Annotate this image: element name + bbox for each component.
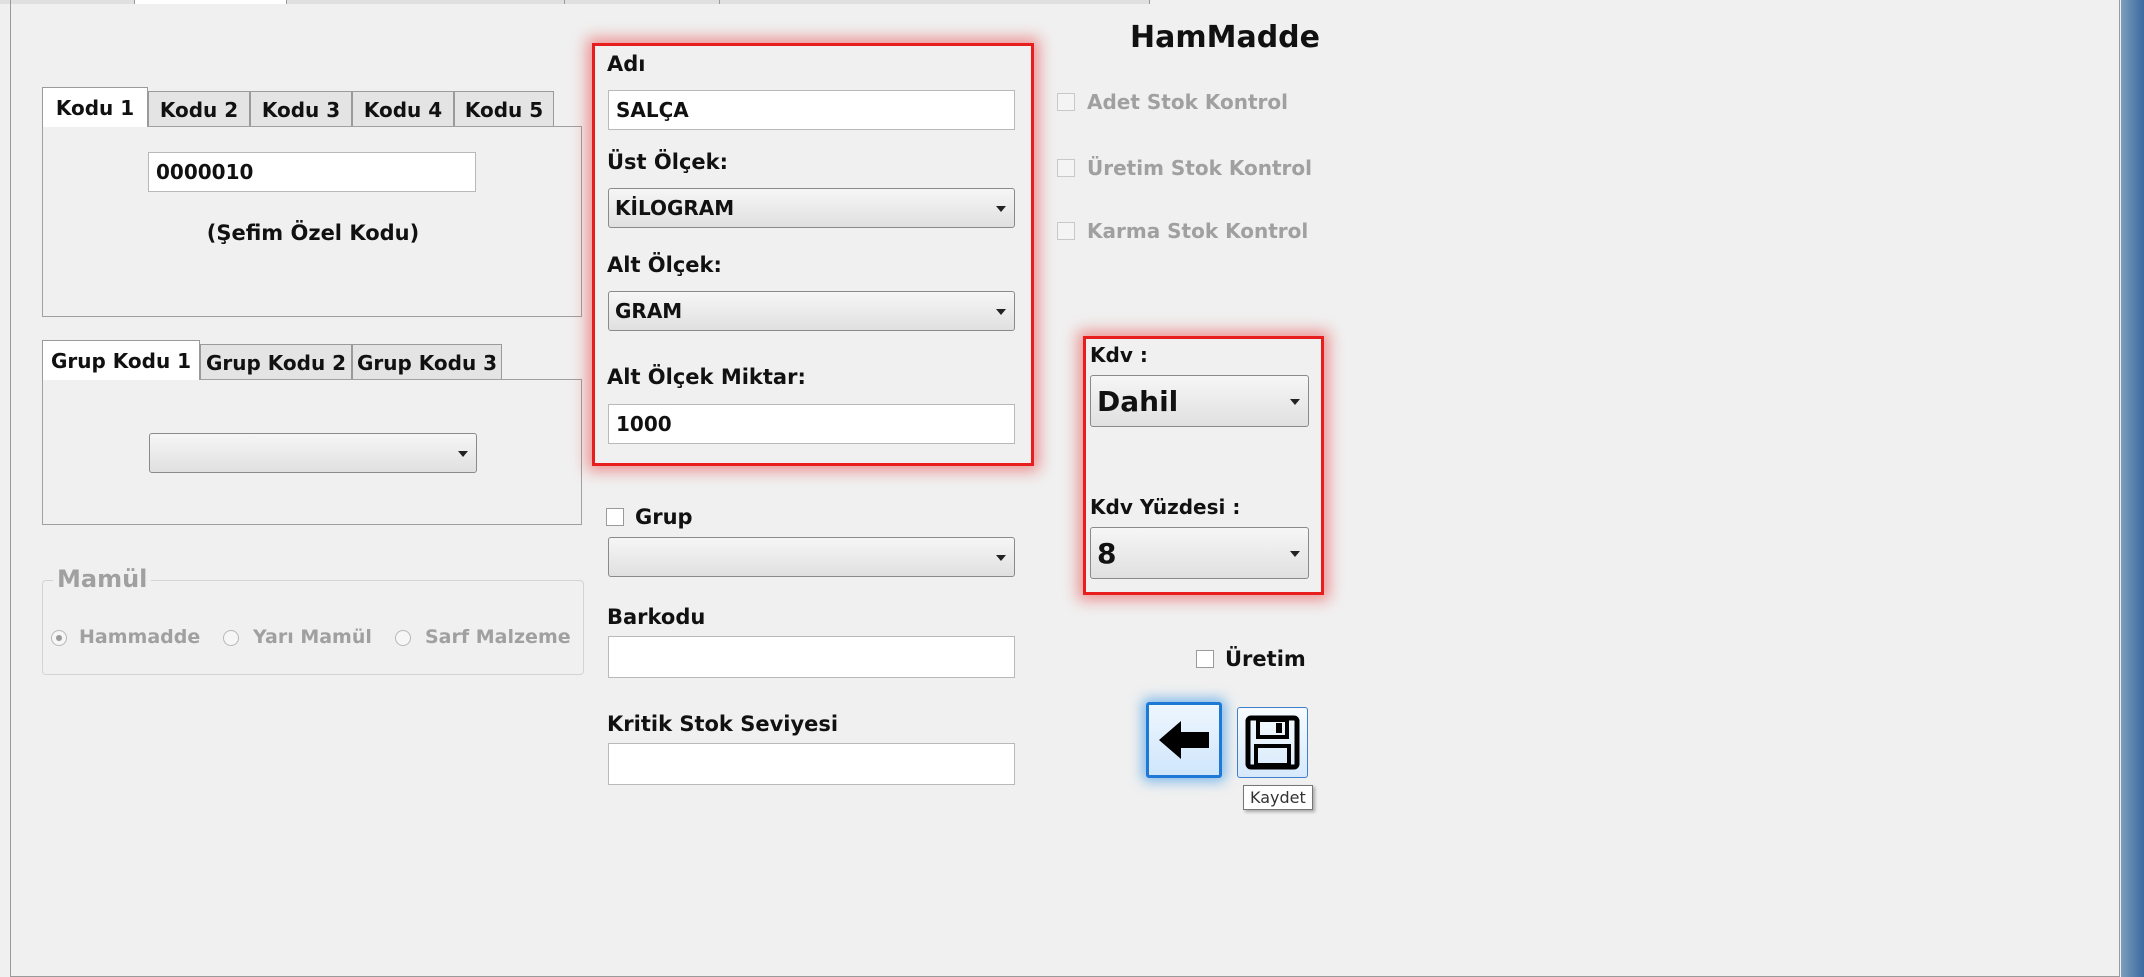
code-tabs: Kodu 1 Kodu 2 Kodu 3 Kodu 4 Kodu 5 00000… — [42, 87, 582, 317]
tab-grup-kodu-3[interactable]: Grup Kodu 3 — [352, 344, 502, 380]
kdv-select[interactable]: Dahil — [1090, 375, 1309, 427]
alt-olcek-miktar-label: Alt Ölçek Miktar: — [607, 365, 806, 389]
uretim-checkbox[interactable] — [1196, 650, 1214, 668]
radio-sarf-malzeme[interactable] — [395, 630, 411, 646]
floppy-disk-icon — [1245, 715, 1300, 770]
grup-checkbox[interactable] — [606, 508, 624, 526]
adet-stok-label: Adet Stok Kontrol — [1087, 90, 1288, 114]
alt-olcek-select[interactable]: GRAM — [608, 291, 1015, 331]
karma-stok-checkbox[interactable] — [1057, 222, 1075, 240]
radio-hammadde[interactable] — [51, 630, 67, 646]
adi-input[interactable]: SALÇA — [608, 90, 1015, 130]
chevron-down-icon — [996, 555, 1006, 561]
barkodu-input[interactable] — [608, 636, 1015, 678]
tab-kodu-5[interactable]: Kodu 5 — [454, 91, 554, 127]
group-code-select[interactable] — [149, 433, 477, 473]
ust-olcek-select[interactable]: KİLOGRAM — [608, 188, 1015, 228]
grup-label: Grup — [635, 505, 693, 529]
adi-value: SALÇA — [616, 98, 689, 122]
group-tabs: Grup Kodu 1 Grup Kodu 2 Grup Kodu 3 — [42, 340, 582, 525]
alt-olcek-label: Alt Ölçek: — [607, 253, 722, 277]
alt-olcek-miktar-value: 1000 — [616, 412, 672, 436]
back-button[interactable] — [1146, 702, 1222, 778]
code-tab-panel: 0000010 (Şefim Özel Kodu) — [42, 126, 582, 317]
chevron-down-icon — [996, 206, 1006, 212]
tab-kodu-3[interactable]: Kodu 3 — [250, 91, 352, 127]
radio-hammadde-label: Hammadde — [79, 626, 201, 648]
barkodu-label: Barkodu — [607, 605, 706, 629]
kdv-yuzdesi-label: Kdv Yüzdesi : — [1090, 495, 1241, 519]
kdv-label: Kdv : — [1090, 343, 1148, 367]
save-button[interactable] — [1237, 707, 1308, 778]
form-title: HamMadde — [1130, 20, 1321, 55]
arrow-left-icon — [1159, 721, 1209, 759]
ust-olcek-value: KİLOGRAM — [615, 196, 735, 220]
alt-olcek-miktar-input[interactable]: 1000 — [608, 404, 1015, 444]
chevron-down-icon — [996, 309, 1006, 315]
chevron-down-icon — [1290, 399, 1300, 405]
uretim-label: Üretim — [1225, 647, 1306, 671]
chevron-down-icon — [1290, 551, 1300, 557]
ust-olcek-label: Üst Ölçek: — [607, 150, 729, 174]
radio-yari-mamul-label: Yarı Mamül — [253, 626, 372, 648]
save-tooltip: Kaydet — [1243, 785, 1313, 810]
kdv-value: Dahil — [1097, 384, 1179, 418]
kritik-stok-label: Kritik Stok Seviyesi — [607, 712, 839, 736]
kritik-stok-input[interactable] — [608, 743, 1015, 785]
grup-select[interactable] — [608, 537, 1015, 577]
adi-label: Adı — [607, 52, 646, 76]
uretim-stok-label: Üretim Stok Kontrol — [1087, 156, 1312, 180]
mamul-title: Mamül — [53, 565, 152, 593]
uretim-stok-checkbox[interactable] — [1057, 159, 1075, 177]
code-input[interactable]: 0000010 — [148, 152, 476, 192]
code-value: 0000010 — [156, 160, 254, 184]
chevron-down-icon — [458, 451, 468, 457]
kdv-yuzdesi-select[interactable]: 8 — [1090, 527, 1309, 579]
tab-kodu-2[interactable]: Kodu 2 — [148, 91, 250, 127]
group-tab-panel — [42, 379, 582, 525]
adet-stok-checkbox[interactable] — [1057, 93, 1075, 111]
mamul-groupbox: Mamül Hammadde Yarı Mamül Sarf Malzeme — [42, 565, 584, 675]
tab-grup-kodu-2[interactable]: Grup Kodu 2 — [200, 344, 352, 380]
radio-yari-mamul[interactable] — [223, 630, 239, 646]
kdv-yuzdesi-value: 8 — [1097, 536, 1117, 570]
tab-kodu-4[interactable]: Kodu 4 — [352, 91, 454, 127]
right-desktop-edge — [2121, 0, 2144, 977]
code-caption: (Şefim Özel Kodu) — [206, 221, 420, 245]
tab-grup-kodu-1[interactable]: Grup Kodu 1 — [42, 340, 200, 380]
alt-olcek-value: GRAM — [615, 299, 683, 323]
tab-kodu-1[interactable]: Kodu 1 — [42, 87, 148, 127]
karma-stok-label: Karma Stok Kontrol — [1087, 219, 1309, 243]
radio-sarf-malzeme-label: Sarf Malzeme — [425, 626, 571, 648]
